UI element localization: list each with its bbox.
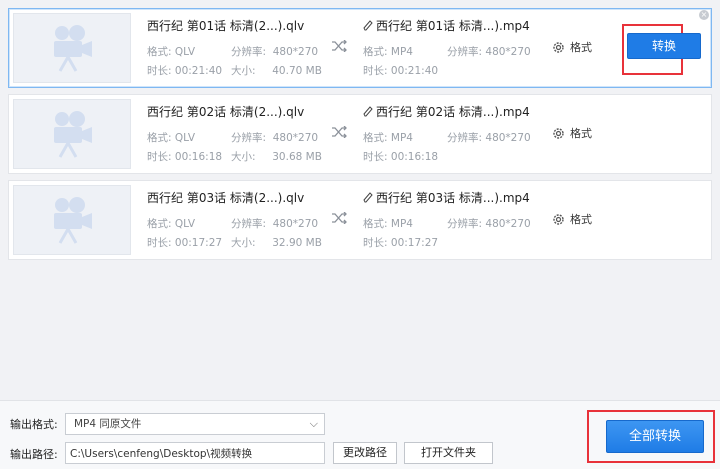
file-card[interactable]: 西行纪 第01话 标清(2...).qlv 格式: QLV 分辨率: 480*2…: [8, 8, 712, 88]
source-format: 格式: QLV: [147, 46, 196, 58]
change-path-button[interactable]: 更改路径: [333, 442, 397, 464]
output-duration: 时长: 00:21:40: [363, 65, 439, 77]
gear-icon: [553, 214, 564, 225]
output-duration: 时长: 00:17:27: [363, 237, 439, 249]
gear-icon: [553, 128, 564, 139]
source-format: 格式: QLV: [147, 132, 196, 144]
output-file-name[interactable]: 西行纪 第03话 标清...).mp4: [363, 189, 530, 206]
video-thumbnail: [13, 99, 131, 169]
open-folder-button[interactable]: 打开文件夹: [404, 442, 493, 464]
output-format: 格式: MP4: [363, 218, 413, 230]
edit-pencil-icon[interactable]: [363, 192, 373, 203]
edit-pencil-icon[interactable]: [363, 106, 373, 117]
video-thumbnail: [13, 185, 131, 255]
output-format-select[interactable]: MP4 同原文件 ⌵: [65, 413, 325, 435]
file-card[interactable]: 西行纪 第02话 标清(2...).qlv 格式: QLV 分辨率: 480*2…: [8, 94, 712, 174]
source-resolution: 分辨率: 480*270: [231, 132, 319, 144]
shuffle-icon: [332, 40, 347, 52]
file-list: 西行纪 第01话 标清(2...).qlv 格式: QLV 分辨率: 480*2…: [8, 8, 712, 266]
output-format: 格式: MP4: [363, 132, 413, 144]
chevron-down-icon: ⌵: [309, 417, 318, 430]
source-duration: 时长: 00:21:40: [147, 65, 223, 77]
source-duration: 时长: 00:17:27: [147, 237, 223, 249]
convert-all-highlight-box: 全部转换: [587, 410, 715, 463]
close-icon[interactable]: ×: [699, 10, 709, 20]
file-card[interactable]: 西行纪 第03话 标清(2...).qlv 格式: QLV 分辨率: 480*2…: [8, 180, 712, 260]
output-file-name[interactable]: 西行纪 第01话 标清...).mp4: [363, 17, 530, 34]
convert-all-button[interactable]: 全部转换: [606, 420, 704, 453]
output-format-value: MP4 同原文件: [74, 418, 142, 430]
source-size: 大小: 32.90 MB: [231, 237, 322, 249]
output-format: 格式: MP4: [363, 46, 413, 58]
source-format: 格式: QLV: [147, 218, 196, 230]
output-resolution: 分辨率: 480*270: [447, 46, 531, 58]
format-settings-button[interactable]: 格式: [552, 39, 592, 55]
shuffle-icon: [332, 126, 347, 138]
source-file-name: 西行纪 第03话 标清(2...).qlv: [147, 191, 305, 205]
source-size: 大小: 30.68 MB: [231, 151, 322, 163]
output-duration: 时长: 00:16:18: [363, 151, 439, 163]
source-resolution: 分辨率: 480*270: [231, 218, 319, 230]
source-file-name: 西行纪 第01话 标清(2...).qlv: [147, 19, 305, 33]
shuffle-icon: [332, 212, 347, 224]
source-file-name: 西行纪 第02话 标清(2...).qlv: [147, 105, 305, 119]
output-path-input[interactable]: [65, 442, 325, 464]
source-size: 大小: 40.70 MB: [231, 65, 322, 77]
output-resolution: 分辨率: 480*270: [447, 132, 531, 144]
format-settings-button[interactable]: 格式: [552, 125, 592, 141]
gear-icon: [553, 42, 564, 53]
source-resolution: 分辨率: 480*270: [231, 46, 319, 58]
video-camera-icon: [54, 25, 92, 72]
edit-pencil-icon[interactable]: [363, 20, 373, 31]
video-thumbnail: [13, 13, 131, 83]
output-format-label: 输出格式:: [10, 418, 58, 431]
format-settings-button[interactable]: 格式: [552, 211, 592, 227]
video-camera-icon: [54, 111, 92, 158]
video-camera-icon: [54, 197, 92, 244]
source-duration: 时长: 00:16:18: [147, 151, 223, 163]
output-file-name[interactable]: 西行纪 第02话 标清...).mp4: [363, 103, 530, 120]
convert-button[interactable]: 转换: [627, 33, 701, 59]
output-resolution: 分辨率: 480*270: [447, 218, 531, 230]
output-path-label: 输出路径:: [10, 448, 58, 461]
